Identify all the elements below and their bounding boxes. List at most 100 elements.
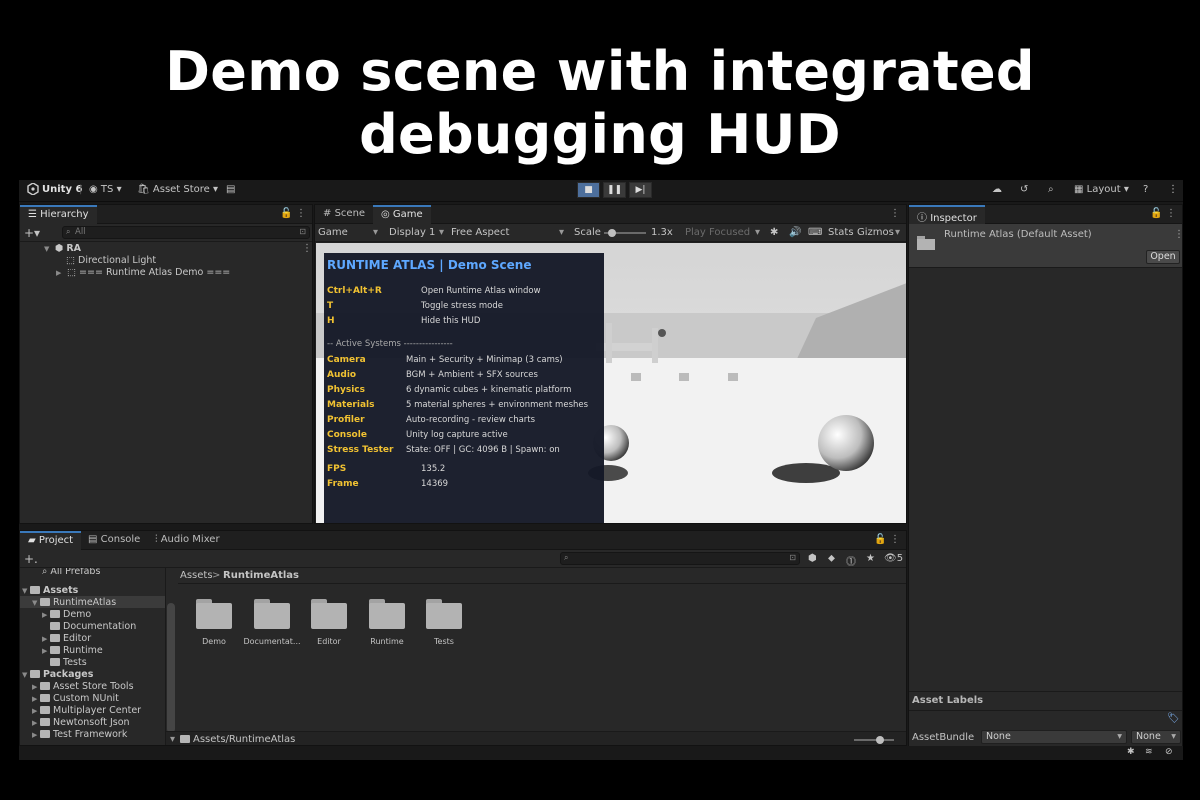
tab-inspector[interactable]: ⓘ Inspector xyxy=(909,205,985,224)
step-button[interactable]: ▶| xyxy=(629,182,652,198)
hierarchy-item[interactable]: ▶ ⬚ === Runtime Atlas Demo === xyxy=(56,267,230,278)
more-options-icon[interactable]: ⋮ xyxy=(1174,229,1182,240)
layers-icon[interactable]: ≋ xyxy=(1145,747,1153,757)
lock-icon[interactable]: 🔓 xyxy=(280,208,292,219)
open-button[interactable]: Open xyxy=(1146,250,1180,264)
label-icon[interactable]: ⬥ xyxy=(828,553,835,564)
expand-icon[interactable]: ▶ xyxy=(42,635,50,643)
tree-item[interactable]: ▶ Custom NUnit xyxy=(32,693,119,704)
tree-root-packages[interactable]: ▼ Packages xyxy=(22,669,93,680)
variant-dropdown[interactable]: None ▾ xyxy=(1131,730,1181,744)
tree-item[interactable]: ▶ Runtime xyxy=(42,645,103,656)
play-button[interactable]: ■ xyxy=(577,182,600,198)
expand-icon[interactable]: ▶ xyxy=(42,611,50,619)
visibility-count[interactable]: 👁5 xyxy=(884,553,903,564)
expand-icon[interactable]: ▶ xyxy=(32,719,40,727)
pause-button[interactable]: ❚❚ xyxy=(603,182,626,198)
project-search-input[interactable]: ⌕ ⊡ xyxy=(560,552,800,565)
check-icon[interactable]: ⊘ xyxy=(1165,747,1173,757)
app-name[interactable]: Unity 6 xyxy=(42,184,82,195)
tab-project[interactable]: ▰ Project xyxy=(20,531,82,550)
bug-icon[interactable]: ✱ xyxy=(1127,747,1135,757)
expand-icon[interactable]: ▶ xyxy=(32,731,40,739)
filter-icon[interactable]: ⊡ xyxy=(299,227,306,236)
tree-item[interactable]: ▼ RuntimeAtlas xyxy=(32,597,116,608)
add-icon[interactable]: +▾ xyxy=(24,226,40,240)
filter-type-icon[interactable]: ⬢ xyxy=(808,553,817,564)
tree-item[interactable]: ▶ Editor xyxy=(42,633,91,644)
warning-icon[interactable]: ⓵ xyxy=(846,553,856,568)
folder-icon[interactable] xyxy=(254,599,290,629)
more-options-icon[interactable]: ⋮ xyxy=(296,208,306,219)
tab-scene[interactable]: # Scene xyxy=(315,205,373,224)
breadcrumb-runtimeatlas[interactable]: RuntimeAtlas xyxy=(223,570,299,581)
folder-icon[interactable] xyxy=(426,599,462,629)
tree-scrollbar[interactable] xyxy=(167,603,175,733)
folder-icon[interactable] xyxy=(311,599,347,629)
expand-icon[interactable]: ▶ xyxy=(32,707,40,715)
play-mode-dropdown[interactable]: Play Focused xyxy=(685,227,750,238)
icon-size-slider-thumb[interactable] xyxy=(876,736,884,744)
tree-item[interactable]: ▶ Newtonsoft Json xyxy=(32,717,130,728)
folder-icon[interactable] xyxy=(369,599,405,629)
scale-slider-track[interactable] xyxy=(604,229,646,237)
help-icon[interactable]: ? xyxy=(1143,184,1148,195)
tab-hierarchy[interactable]: ☰ Hierarchy xyxy=(20,205,97,224)
layout-dropdown[interactable]: ▦ Layout ▾ xyxy=(1074,184,1129,195)
cloud-icon[interactable]: ☁ xyxy=(992,184,1002,195)
search-icon[interactable]: ⌕ xyxy=(1048,184,1054,195)
tree-item[interactable]: ▶ Multiplayer Center xyxy=(32,705,141,716)
bug-icon[interactable]: ✱ xyxy=(770,227,778,238)
expand-icon[interactable]: ▶ xyxy=(56,269,64,277)
stats-toggle[interactable]: Stats xyxy=(828,227,854,238)
expand-icon[interactable]: ▼ xyxy=(32,599,40,607)
tree-item[interactable]: ▶ Asset Store Tools xyxy=(32,681,134,692)
icon-size-slider-track[interactable] xyxy=(854,736,894,744)
lock-icon[interactable]: 🔓 xyxy=(874,534,886,545)
more-options-icon[interactable]: ⋮ xyxy=(1168,184,1178,195)
hud-system-desc: 6 dynamic cubes + kinematic platform xyxy=(406,385,572,395)
assetbundle-dropdown[interactable]: None ▾ xyxy=(981,730,1127,744)
display-dropdown[interactable]: Display 1 xyxy=(389,227,435,238)
asset-store-dropdown[interactable]: 🛍 Asset Store ▾ xyxy=(137,184,218,195)
more-options-icon[interactable]: ⋮ xyxy=(1166,208,1176,219)
tree-item[interactable]: Tests xyxy=(50,657,87,668)
layers-icon[interactable]: ▤ xyxy=(226,184,235,195)
star-icon[interactable]: ★ xyxy=(866,553,875,564)
game-mode-dropdown[interactable]: Game xyxy=(318,227,348,238)
folder-icon[interactable] xyxy=(196,599,232,629)
hierarchy-item[interactable]: ⬚ Directional Light xyxy=(66,255,156,266)
tree-root-assets[interactable]: ▼ Assets xyxy=(22,585,78,596)
breadcrumb-assets[interactable]: Assets xyxy=(180,570,213,581)
filter-icon[interactable]: ⊡ xyxy=(789,553,796,562)
expand-icon[interactable]: ▶ xyxy=(32,683,40,691)
more-options-icon[interactable]: ⋮ xyxy=(302,243,312,254)
tab-audio-mixer[interactable]: ⫶ Audio Mixer xyxy=(147,531,228,550)
expand-icon[interactable]: ▼ xyxy=(22,671,30,679)
scale-slider-thumb[interactable] xyxy=(608,229,617,237)
tab-game[interactable]: ◎ Game xyxy=(373,205,431,224)
account-dropdown[interactable]: ◉ TS ▾ xyxy=(89,184,122,195)
keyboard-icon[interactable]: ⌨ xyxy=(808,227,822,238)
expand-icon[interactable]: ▶ xyxy=(32,695,40,703)
tab-console[interactable]: ▤ Console xyxy=(80,531,148,550)
expand-icon[interactable]: ▼ xyxy=(44,245,52,253)
game-viewport[interactable]: RUNTIME ATLAS | Demo Scene Ctrl+Alt+R Op… xyxy=(316,243,906,523)
tree-item[interactable]: Documentation xyxy=(50,621,136,632)
tree-item[interactable]: ▶ Test Framework xyxy=(32,729,127,740)
hierarchy-scene-row[interactable]: ▼ ⬢ RA xyxy=(44,243,81,254)
hierarchy-search-input[interactable]: ⌕ All ⊡ xyxy=(62,226,310,239)
audio-icon[interactable]: 🔊 xyxy=(789,227,801,238)
tree-item[interactable]: ▶ Demo xyxy=(42,609,91,620)
more-options-icon[interactable]: ⋮ xyxy=(890,534,900,545)
add-icon[interactable]: +. xyxy=(24,552,38,566)
aspect-dropdown[interactable]: Free Aspect xyxy=(451,227,509,238)
expand-icon[interactable]: ▶ xyxy=(42,647,50,655)
more-options-icon[interactable]: ⋮ xyxy=(890,208,900,219)
tree-item-all-prefabs[interactable]: ⌕ All Prefabs xyxy=(42,568,100,577)
tag-icon[interactable]: 🏷 xyxy=(1167,713,1180,724)
gizmos-toggle[interactable]: Gizmos xyxy=(857,227,894,238)
history-icon[interactable]: ↺ xyxy=(1020,184,1028,195)
lock-icon[interactable]: 🔓 xyxy=(1150,208,1162,219)
expand-icon[interactable]: ▼ xyxy=(22,587,30,595)
